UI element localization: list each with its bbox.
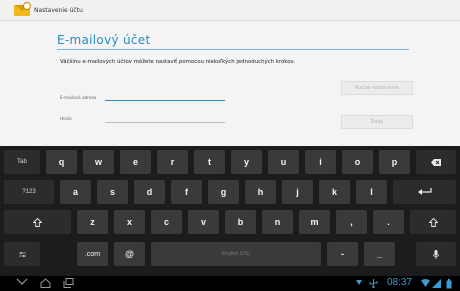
key-o[interactable]: o <box>342 150 373 174</box>
key-c[interactable]: c <box>151 210 182 234</box>
key-delete[interactable] <box>416 150 456 174</box>
system-bar: 08:37 <box>0 276 460 291</box>
key-b[interactable]: b <box>225 210 256 234</box>
settings-sliders-icon <box>18 251 26 257</box>
key-t[interactable]: t <box>194 150 225 174</box>
key-microphone[interactable] <box>416 242 456 266</box>
email-label: E-mailová adresa <box>60 95 97 100</box>
key-space[interactable]: English (US) <box>151 242 321 266</box>
next-button[interactable]: Ďalej <box>341 115 413 129</box>
key-j[interactable]: j <box>282 180 313 204</box>
key-s[interactable]: s <box>97 180 128 204</box>
manual-setup-button[interactable]: Ručné nastavenie <box>341 81 413 95</box>
key-q[interactable]: q <box>46 150 77 174</box>
key-comma[interactable]: , <box>336 210 367 234</box>
shift-icon <box>33 217 42 227</box>
microphone-icon <box>433 249 439 259</box>
key-settings[interactable] <box>4 242 40 266</box>
key-p[interactable]: p <box>379 150 410 174</box>
home-icon[interactable] <box>40 278 51 288</box>
key-tab[interactable]: Tab <box>4 150 40 174</box>
email-app-icon[interactable] <box>14 2 31 17</box>
recent-apps-icon[interactable] <box>63 278 74 288</box>
key-y[interactable]: y <box>231 150 262 174</box>
page-title: E-mailový účet <box>57 33 151 47</box>
notification-down-icon[interactable] <box>355 279 363 286</box>
key-v[interactable]: v <box>188 210 219 234</box>
screen: Nastavenie účtu E-mailový účet Väčšinu e… <box>0 0 460 291</box>
on-screen-keyboard: Tab q w e r t y u i o p ?123 a s d f g h… <box>0 146 460 276</box>
title-divider <box>57 49 409 50</box>
battery-icon <box>446 279 452 289</box>
key-e[interactable]: e <box>120 150 151 174</box>
key-k[interactable]: k <box>319 180 350 204</box>
key-r[interactable]: r <box>157 150 188 174</box>
key-shift-left[interactable] <box>4 210 71 234</box>
key-g[interactable]: g <box>208 180 239 204</box>
key-i[interactable]: i <box>305 150 336 174</box>
backspace-icon <box>431 158 441 166</box>
key-at[interactable]: @ <box>114 242 145 266</box>
key-d[interactable]: d <box>134 180 165 204</box>
status-clock: 08:37 <box>387 277 413 288</box>
key-enter[interactable] <box>393 180 456 204</box>
enter-icon <box>417 188 432 195</box>
key-dash[interactable]: - <box>327 242 358 266</box>
key-symbols[interactable]: ?123 <box>4 180 54 204</box>
signal-icon <box>432 279 441 288</box>
shift-icon <box>428 217 438 227</box>
usb-icon[interactable] <box>369 279 378 288</box>
key-n[interactable]: n <box>262 210 293 234</box>
email-field[interactable] <box>105 100 225 101</box>
intro-text: Väčšinu e-mailových účtov môžete nastavi… <box>60 59 296 65</box>
account-setup-form: E-mailový účet Väčšinu e-mailových účtov… <box>0 21 460 146</box>
action-bar: Nastavenie účtu <box>0 0 460 21</box>
key-period[interactable]: . <box>373 210 404 234</box>
key-x[interactable]: x <box>114 210 145 234</box>
key-f[interactable]: f <box>171 180 202 204</box>
password-label: Heslo <box>60 116 72 121</box>
key-u[interactable]: u <box>268 150 299 174</box>
action-bar-title: Nastavenie účtu <box>34 6 83 14</box>
key-dotcom[interactable]: .com <box>77 242 108 266</box>
key-h[interactable]: h <box>245 180 276 204</box>
key-l[interactable]: l <box>356 180 387 204</box>
password-field[interactable] <box>105 122 225 123</box>
key-z[interactable]: z <box>77 210 108 234</box>
key-a[interactable]: a <box>60 180 91 204</box>
hide-keyboard-icon[interactable] <box>16 278 28 286</box>
key-w[interactable]: w <box>83 150 114 174</box>
wifi-icon <box>421 279 430 287</box>
key-m[interactable]: m <box>299 210 330 234</box>
key-underscore[interactable]: _ <box>364 242 395 266</box>
key-shift-right[interactable] <box>410 210 456 234</box>
